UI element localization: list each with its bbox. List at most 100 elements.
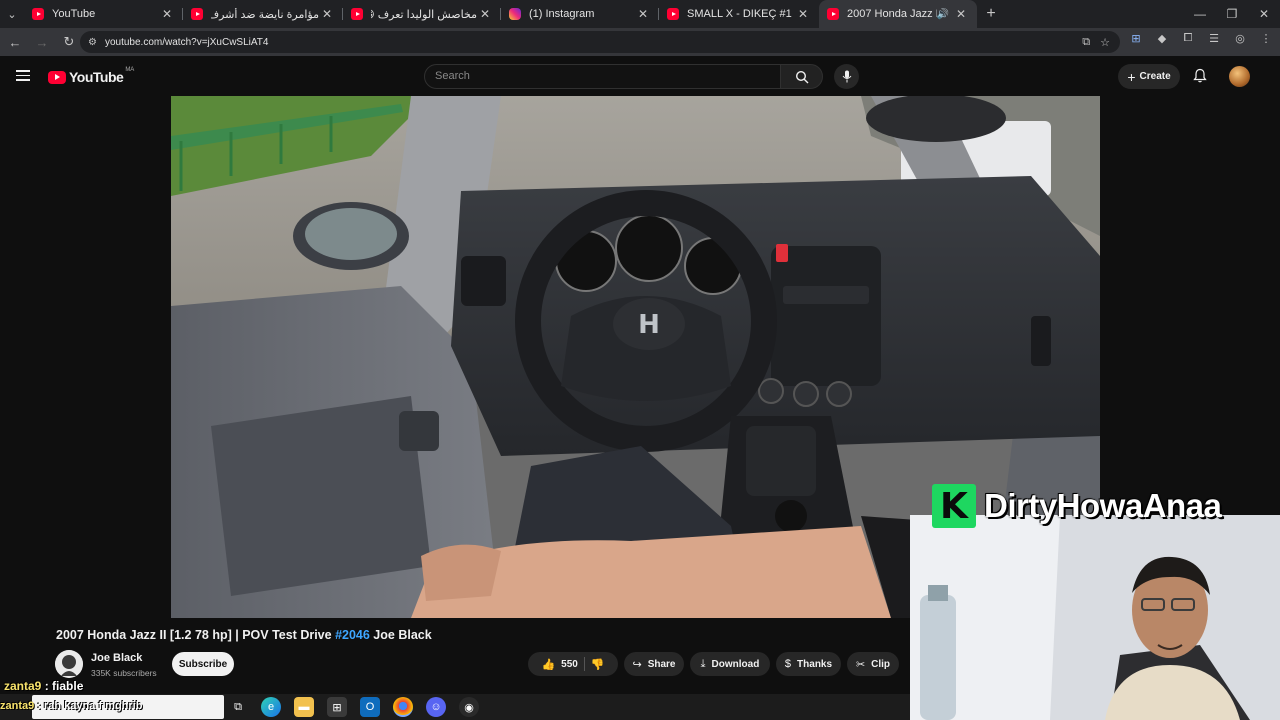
taskbar-icons: ⧉ e ▬ ⊞ O ☺ ◉ xyxy=(228,697,479,717)
tab-small-x[interactable]: SMALL X - DIKEÇ #1 - YouTube ✕ xyxy=(659,0,819,28)
country-code: MA xyxy=(125,67,135,73)
close-icon[interactable]: ✕ xyxy=(477,7,493,21)
thanks-icon: $ xyxy=(784,658,792,670)
reload-icon[interactable]: ↻ xyxy=(57,30,81,54)
subscribe-button[interactable]: Subscribe xyxy=(172,652,234,676)
thumbs-down-icon[interactable]: 👎 xyxy=(591,658,605,671)
chat-text: : fiable xyxy=(41,679,84,693)
instagram-icon xyxy=(509,8,521,20)
edge-icon[interactable]: e xyxy=(261,697,281,717)
video-title: 2007 Honda Jazz II [1.2 78 hp] | POV Tes… xyxy=(56,628,432,642)
youtube-icon xyxy=(32,8,44,20)
back-icon[interactable]: ← xyxy=(3,30,27,54)
search-input[interactable]: Search xyxy=(424,64,781,89)
search-icon xyxy=(795,70,808,83)
close-icon[interactable]: ✕ xyxy=(795,7,811,21)
close-icon[interactable]: ✕ xyxy=(319,7,335,21)
channel-name[interactable]: Joe Black xyxy=(91,652,142,664)
youtube-logo[interactable]: YouTube MA xyxy=(48,67,135,85)
like-dislike-group: 👍 550 👎 xyxy=(528,652,618,676)
close-icon[interactable]: ✕ xyxy=(953,7,969,21)
outlook-icon[interactable]: O xyxy=(360,697,380,717)
site-info-icon[interactable]: ⚙ xyxy=(88,37,97,48)
close-icon[interactable]: ✕ xyxy=(635,7,651,21)
chat-message: zanta9 : rah kayna f mghrib xyxy=(0,700,142,712)
youtube-header: YouTube MA Search + Create xyxy=(0,56,1280,96)
like-count[interactable]: 550 xyxy=(561,659,578,670)
youtube-play-icon xyxy=(48,70,66,84)
browser-tab-strip: ⌄ YouTube ✕ مؤامرة نايضة ضد أشرف حكيمي !… xyxy=(0,0,1280,28)
plus-icon: + xyxy=(1127,68,1136,85)
tab-search-icon[interactable]: ⌄ xyxy=(0,0,24,28)
streamer-webcam xyxy=(910,515,1280,720)
video-title-text: 2007 Honda Jazz II [1.2 78 hp] | POV Tes… xyxy=(56,628,336,642)
extensions-bar: ⊞ ◆ ⧠ ☰ ◎ ⋮ xyxy=(1128,32,1274,45)
address-bar[interactable]: ⚙ youtube.com/watch?v=jXuCwSLiAT4 ⧉ ☆ xyxy=(80,31,1120,53)
subscriber-count: 335K subscribers xyxy=(91,668,157,678)
tab-instagram[interactable]: (1) Instagram ✕ xyxy=(501,0,659,28)
task-view-icon[interactable]: ⧉ xyxy=(228,697,248,717)
video-hashtag-link[interactable]: #2046 xyxy=(335,628,370,642)
webcam-image xyxy=(910,515,1280,720)
share-button[interactable]: ↪ Share xyxy=(624,652,684,676)
speaker-icon[interactable]: 🔊 xyxy=(937,9,949,20)
tab-title: مخاصش الوليدا تعرف 😄 جيت ل xyxy=(371,8,477,21)
omnibox-actions: ⧉ ☆ xyxy=(1082,36,1120,49)
reading-list-icon[interactable]: ☰ xyxy=(1206,32,1222,45)
account-avatar[interactable] xyxy=(1229,66,1250,87)
tab-hakimi[interactable]: مؤامرة نايضة ضد أشرف حكيمي ! ✕ xyxy=(183,0,343,28)
discord-icon[interactable]: ☺ xyxy=(426,697,446,717)
store-icon[interactable]: ⊞ xyxy=(327,697,347,717)
youtube-icon xyxy=(827,8,839,20)
tab-walida[interactable]: مخاصش الوليدا تعرف 😄 جيت ل ✕ xyxy=(343,0,501,28)
kick-logo-icon: K xyxy=(932,484,976,528)
hamburger-menu-icon[interactable] xyxy=(16,70,30,81)
tab-youtube[interactable]: YouTube ✕ xyxy=(24,0,183,28)
microphone-icon xyxy=(842,70,851,83)
install-icon[interactable]: ⧉ xyxy=(1082,36,1090,49)
notifications-bell-icon[interactable] xyxy=(1192,68,1208,84)
streamer-banner: K DirtyHowaAnaa xyxy=(932,484,1222,528)
file-explorer-icon[interactable]: ▬ xyxy=(294,697,314,717)
channel-avatar[interactable] xyxy=(55,650,83,678)
share-label: Share xyxy=(647,658,676,670)
streamer-name: DirtyHowaAnaa xyxy=(984,487,1222,524)
youtube-icon xyxy=(191,8,203,20)
thanks-label: Thanks xyxy=(797,658,833,670)
chat-username: zanta9 xyxy=(4,679,42,693)
close-icon[interactable]: ✕ xyxy=(159,7,175,21)
tab-honda-jazz[interactable]: 2007 Honda Jazz II [1.2 78 🔊 ✕ xyxy=(819,0,977,28)
youtube-icon xyxy=(351,8,363,20)
tab-title: (1) Instagram xyxy=(529,8,595,20)
tab-title: YouTube xyxy=(52,8,96,20)
minimize-icon[interactable]: — xyxy=(1184,0,1216,28)
chat-username: zanta9 xyxy=(0,700,35,712)
new-tab-icon[interactable]: + xyxy=(977,5,1005,23)
profile-icon[interactable]: ◎ xyxy=(1232,32,1248,45)
download-button[interactable]: ⤓ Download xyxy=(690,652,770,676)
youtube-icon xyxy=(667,8,679,20)
tab-title: SMALL X - DIKEÇ #1 - YouTube xyxy=(687,8,795,20)
clip-button[interactable]: ✂ Clip xyxy=(847,652,899,676)
voice-search-button[interactable] xyxy=(834,64,859,89)
bookmark-star-icon[interactable]: ☆ xyxy=(1100,36,1110,49)
create-button[interactable]: + Create xyxy=(1118,64,1180,89)
close-window-icon[interactable]: ✕ xyxy=(1248,0,1280,28)
window-controls: — ❐ ✕ xyxy=(1184,0,1280,28)
like-divider xyxy=(583,657,585,671)
menu-kebab-icon[interactable]: ⋮ xyxy=(1258,32,1274,45)
restore-icon[interactable]: ❐ xyxy=(1216,0,1248,28)
tab-title: مؤامرة نايضة ضد أشرف حكيمي ! xyxy=(211,8,319,21)
forward-icon[interactable]: → xyxy=(30,30,54,54)
search-button[interactable] xyxy=(780,64,823,89)
chrome-icon[interactable] xyxy=(393,697,413,717)
extensions-puzzle-icon[interactable]: ⧠ xyxy=(1180,32,1196,45)
translate-icon[interactable]: ⊞ xyxy=(1128,32,1144,45)
browser-toolbar: ← → ↻ ⚙ youtube.com/watch?v=jXuCwSLiAT4 … xyxy=(0,28,1280,56)
obs-icon[interactable]: ◉ xyxy=(459,697,479,717)
thanks-button[interactable]: $ Thanks xyxy=(776,652,841,676)
thumbs-up-icon[interactable]: 👍 xyxy=(541,658,555,671)
extension-diamond-icon[interactable]: ◆ xyxy=(1154,32,1170,45)
svg-text:H: H xyxy=(638,310,660,340)
download-icon: ⤓ xyxy=(700,657,706,670)
